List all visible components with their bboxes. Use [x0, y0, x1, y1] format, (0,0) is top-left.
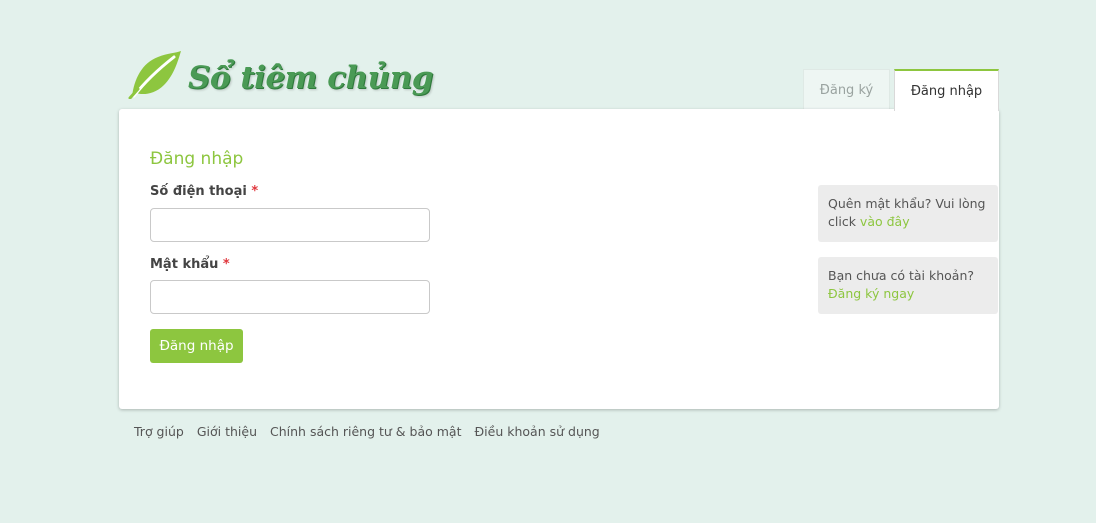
forgot-password-box: Quên mật khẩu? Vui lòng click vào đây — [818, 185, 998, 242]
signup-link[interactable]: Đăng ký ngay — [828, 286, 914, 301]
tab-register[interactable]: Đăng ký — [803, 69, 890, 110]
tab-login[interactable]: Đăng nhập — [894, 69, 999, 111]
page: Sổ tiêm chủng Đăng ký Đăng nhập Đăng nhậ… — [0, 0, 1096, 523]
signup-text: Bạn chưa có tài khoản? — [828, 268, 975, 283]
phone-label-text: Số điện thoại — [150, 184, 247, 199]
footer-link-help[interactable]: Trợ giúp — [134, 424, 184, 439]
signup-box: Bạn chưa có tài khoản? Đăng ký ngay — [818, 257, 998, 314]
phone-label: Số điện thoại * — [150, 184, 258, 199]
forgot-password-link[interactable]: vào đây — [860, 214, 910, 229]
password-label: Mật khẩu * — [150, 257, 230, 272]
brand-logo[interactable]: Sổ tiêm chủng — [128, 48, 433, 100]
required-mark: * — [251, 184, 259, 199]
password-input[interactable] — [150, 280, 430, 314]
leaf-icon — [128, 51, 181, 99]
footer-link-terms[interactable]: Điều khoản sử dụng — [475, 424, 600, 439]
footer-link-privacy[interactable]: Chính sách riêng tư & bảo mật — [270, 424, 462, 439]
form-title: Đăng nhập — [150, 149, 244, 169]
required-mark: * — [222, 257, 230, 272]
footer-link-about[interactable]: Giới thiệu — [197, 424, 257, 439]
password-label-text: Mật khẩu — [150, 257, 219, 272]
footer-links: Trợ giúp Giới thiệu Chính sách riêng tư … — [134, 424, 600, 439]
brand-name: Sổ tiêm chủng — [188, 59, 433, 96]
phone-input[interactable] — [150, 208, 430, 242]
tab-register-label: Đăng ký — [819, 82, 874, 98]
login-button[interactable]: Đăng nhập — [150, 329, 243, 363]
tab-login-label: Đăng nhập — [910, 83, 983, 99]
login-card: Đăng nhập Số điện thoại * Mật khẩu * Đăn… — [119, 109, 999, 409]
